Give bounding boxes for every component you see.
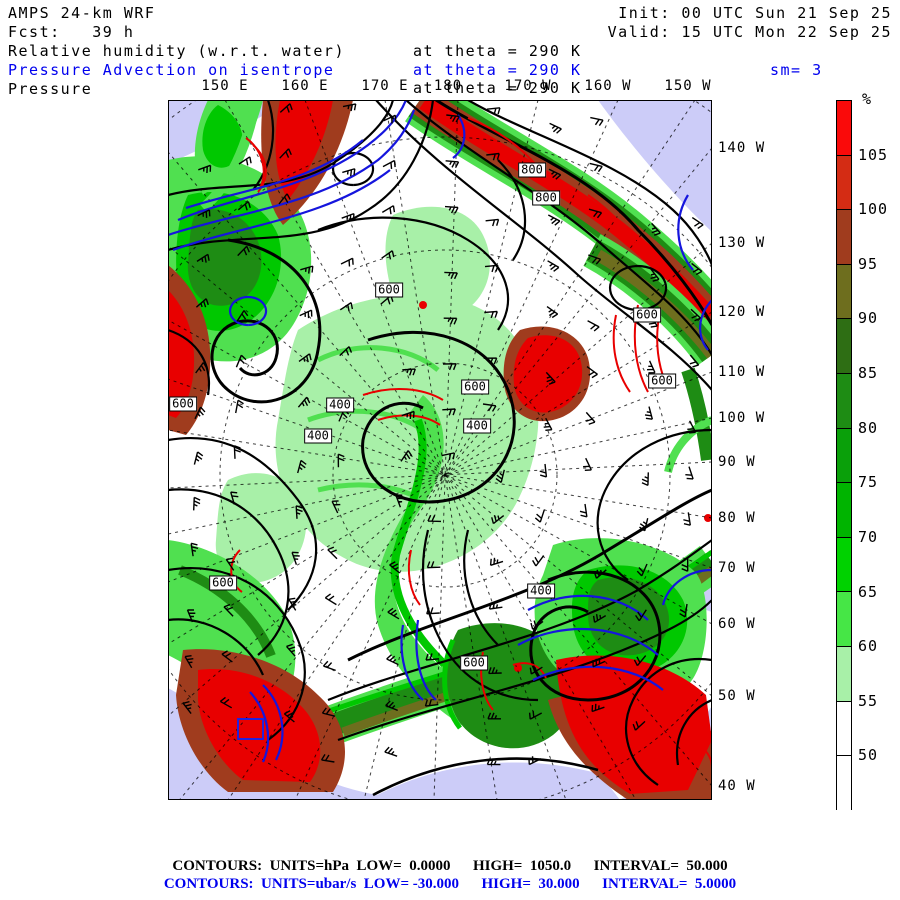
colorbar-tick: 100 bbox=[858, 200, 889, 219]
right-axis-label: 110 W bbox=[718, 364, 766, 380]
field2-name: Pressure Advection on isentrope bbox=[8, 61, 335, 79]
colorbar-segment bbox=[837, 756, 851, 811]
colorbar-segment bbox=[837, 210, 851, 265]
smoothing-label: sm= 3 bbox=[770, 61, 823, 79]
colorbar-segment bbox=[837, 537, 851, 593]
colorbar-segment bbox=[837, 155, 851, 211]
field1-name: Relative humidity (w.r.t. water) bbox=[8, 42, 345, 60]
colorbar-segment bbox=[837, 319, 851, 375]
colorbar-tick: 50 bbox=[858, 746, 879, 765]
right-axis-label: 50 W bbox=[718, 688, 756, 704]
colorbar-tick: 60 bbox=[858, 637, 879, 656]
colorbar-tick: 70 bbox=[858, 527, 879, 546]
colorbar-tick: 95 bbox=[858, 254, 879, 273]
map-canvas bbox=[168, 100, 712, 800]
colorbar-tick: 80 bbox=[858, 418, 879, 437]
top-axis-label: 160 E bbox=[281, 78, 329, 94]
colorbar-segment bbox=[837, 592, 851, 648]
right-axis-label: 70 W bbox=[718, 560, 756, 576]
weather-forecast-plot: AMPS 24-km WRF Fcst: 39 h Relative humid… bbox=[0, 0, 900, 900]
right-axis-label: 40 W bbox=[718, 778, 756, 794]
colorbar-tick: 65 bbox=[858, 582, 879, 601]
colorbar bbox=[836, 100, 852, 811]
colorbar-unit: % bbox=[862, 90, 872, 108]
colorbar-tick: 75 bbox=[858, 473, 879, 492]
colorbar-segment bbox=[837, 374, 851, 429]
right-axis-label: 100 W bbox=[718, 410, 766, 426]
colorbar-tick: 105 bbox=[858, 145, 889, 164]
top-axis-label: 150 E bbox=[201, 78, 249, 94]
colorbar-tick: 85 bbox=[858, 364, 879, 383]
field3-level: at theta = 290 K bbox=[413, 79, 582, 97]
right-axis-label: 130 W bbox=[718, 235, 766, 251]
model-title: AMPS 24-km WRF bbox=[8, 4, 156, 22]
colorbar-tick: 90 bbox=[858, 309, 879, 328]
top-axis-label: 170 E bbox=[361, 78, 409, 94]
colorbar-segment bbox=[837, 428, 851, 484]
field1-level: at theta = 290 K bbox=[413, 42, 582, 60]
right-axis-label: 120 W bbox=[718, 304, 766, 320]
right-axis-label: 90 W bbox=[718, 454, 756, 470]
field2-level: at theta = 290 K bbox=[413, 61, 582, 79]
field3-name: Pressure bbox=[8, 80, 93, 98]
colorbar-segment bbox=[837, 701, 851, 757]
forecast-hour: Fcst: 39 h bbox=[8, 23, 135, 41]
valid-time: Valid: 15 UTC Mon 22 Sep 25 bbox=[607, 23, 892, 41]
map-area: 600 400 400 600 600 400 800 800 600 600 400 600 600 bbox=[168, 100, 712, 800]
right-axis-label: 80 W bbox=[718, 510, 756, 526]
contour-info-pressure: CONTOURS: UNITS=hPa LOW= 0.0000 HIGH= 10… bbox=[172, 858, 728, 874]
colorbar-segment bbox=[837, 647, 851, 702]
right-axis-label: 140 W bbox=[718, 140, 766, 156]
init-time: Init: 00 UTC Sun 21 Sep 25 bbox=[618, 4, 892, 22]
colorbar-segment bbox=[837, 101, 851, 156]
contour-info-advection: CONTOURS: UNITS=ubar/s LOW= -30.000 HIGH… bbox=[163, 876, 737, 892]
colorbar-tick: 55 bbox=[858, 691, 879, 710]
colorbar-segment bbox=[837, 264, 851, 320]
top-axis-label: 150 W bbox=[664, 78, 712, 94]
right-axis-label: 60 W bbox=[718, 616, 756, 632]
top-axis-label: 160 W bbox=[584, 78, 632, 94]
colorbar-segment bbox=[837, 483, 851, 538]
